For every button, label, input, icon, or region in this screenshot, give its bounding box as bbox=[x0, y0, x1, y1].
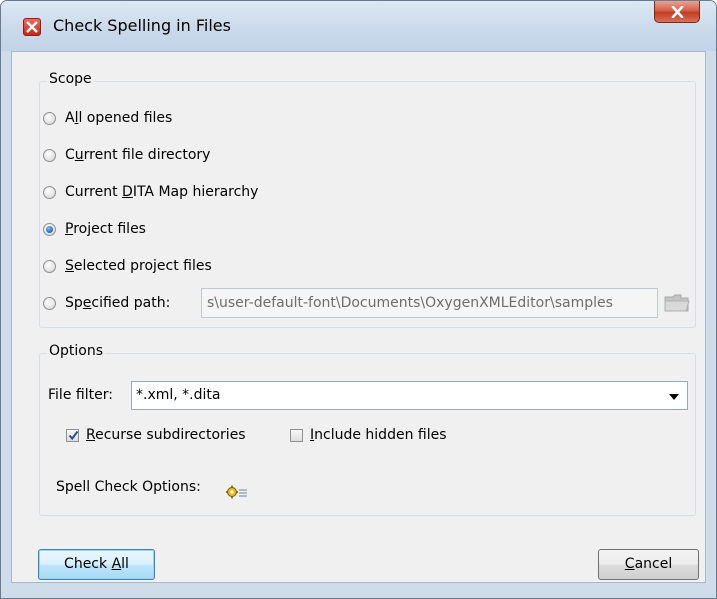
checkbox[interactable] bbox=[290, 428, 303, 442]
radio-label: Project files bbox=[65, 221, 146, 237]
radio-label: Current DITA Map hierarchy bbox=[65, 184, 259, 200]
options-group-title: Options bbox=[47, 343, 106, 359]
folder-icon[interactable] bbox=[664, 293, 690, 317]
radio-label: Specified path: bbox=[65, 295, 171, 311]
radio-button[interactable] bbox=[43, 148, 56, 162]
radio-label: Current file directory bbox=[65, 147, 211, 163]
app-icon bbox=[23, 18, 41, 36]
radio-button-selected[interactable] bbox=[43, 222, 56, 236]
radio-current-file-directory[interactable]: Current file directory bbox=[43, 145, 210, 165]
file-filter-combo[interactable]: *.xml, *.dita bbox=[131, 381, 688, 410]
close-button[interactable] bbox=[654, 1, 700, 23]
recurse-subdirectories-checkbox[interactable]: Recurse subdirectories bbox=[66, 425, 246, 445]
cancel-button[interactable]: Cancel bbox=[598, 549, 699, 580]
radio-selected-project-files[interactable]: Selected project files bbox=[43, 256, 212, 276]
radio-all-opened-files[interactable]: All opened files bbox=[43, 108, 172, 128]
radio-button[interactable] bbox=[43, 296, 56, 310]
radio-project-files[interactable]: Project files bbox=[43, 219, 146, 239]
check-all-button[interactable]: Check All bbox=[38, 549, 155, 580]
radio-current-dita-map-hierarchy[interactable]: Current DITA Map hierarchy bbox=[43, 182, 258, 202]
scope-group-title: Scope bbox=[47, 71, 94, 87]
radio-label: All opened files bbox=[65, 110, 173, 126]
gear-icon[interactable] bbox=[226, 485, 248, 503]
include-hidden-files-checkbox[interactable]: Include hidden files bbox=[290, 425, 447, 445]
radio-specified-path[interactable]: Specified path: bbox=[43, 293, 170, 313]
radio-button[interactable] bbox=[43, 259, 56, 273]
radio-button[interactable] bbox=[43, 185, 56, 199]
checkbox-label: Include hidden files bbox=[310, 427, 447, 443]
chevron-down-icon[interactable] bbox=[669, 394, 679, 400]
checkmark-icon bbox=[68, 430, 79, 440]
spell-check-options-label: Spell Check Options: bbox=[56, 479, 201, 495]
close-icon bbox=[671, 6, 684, 18]
checkbox-label: Recurse subdirectories bbox=[86, 427, 246, 443]
radio-label: Selected project files bbox=[65, 258, 212, 274]
file-filter-label: File filter: bbox=[48, 387, 113, 403]
file-filter-value: *.xml, *.dita bbox=[136, 387, 221, 403]
specified-path-input[interactable]: s\user-default-font\Documents\OxygenXMLE… bbox=[201, 288, 658, 318]
dialog-window: Check Spelling in Files Scope All opened… bbox=[0, 0, 717, 599]
window-title: Check Spelling in Files bbox=[53, 16, 231, 35]
radio-button[interactable] bbox=[43, 111, 56, 125]
title-bar: Check Spelling in Files bbox=[1, 1, 716, 51]
checkbox-checked[interactable] bbox=[66, 428, 79, 442]
